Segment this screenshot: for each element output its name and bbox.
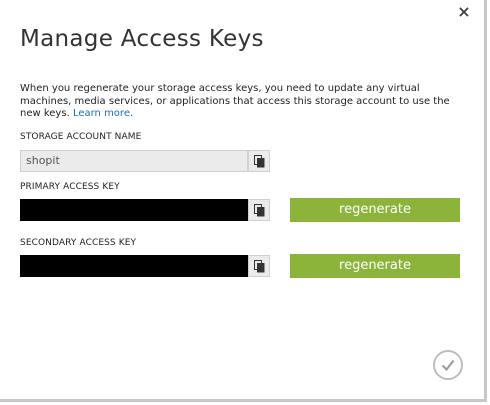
- regenerate-primary-button[interactable]: regenerate: [290, 198, 460, 222]
- storage-account-name-field[interactable]: shopit: [20, 150, 248, 172]
- storage-account-name-label: STORAGE ACCOUNT NAME: [20, 132, 142, 142]
- manage-access-keys-dialog: × Manage Access Keys When you regenerate…: [0, 0, 487, 402]
- copy-account-name-button[interactable]: [248, 150, 270, 172]
- dialog-title: Manage Access Keys: [20, 26, 264, 52]
- confirm-button[interactable]: [433, 350, 463, 380]
- checkmark-icon: [441, 359, 455, 372]
- copy-secondary-key-button[interactable]: [248, 255, 270, 277]
- dialog-description: When you regenerate your storage access …: [20, 83, 465, 121]
- copy-icon: [254, 155, 265, 168]
- learn-more-link[interactable]: Learn more.: [73, 108, 133, 119]
- secondary-access-key-label: SECONDARY ACCESS KEY: [20, 238, 137, 248]
- secondary-access-key-field[interactable]: [20, 255, 248, 277]
- copy-primary-key-button[interactable]: [248, 199, 270, 221]
- copy-icon: [254, 260, 265, 273]
- regenerate-secondary-button[interactable]: regenerate: [290, 254, 460, 278]
- primary-access-key-label: PRIMARY ACCESS KEY: [20, 182, 120, 192]
- primary-access-key-field[interactable]: [20, 199, 248, 221]
- copy-icon: [254, 204, 265, 217]
- close-icon[interactable]: ×: [456, 4, 472, 20]
